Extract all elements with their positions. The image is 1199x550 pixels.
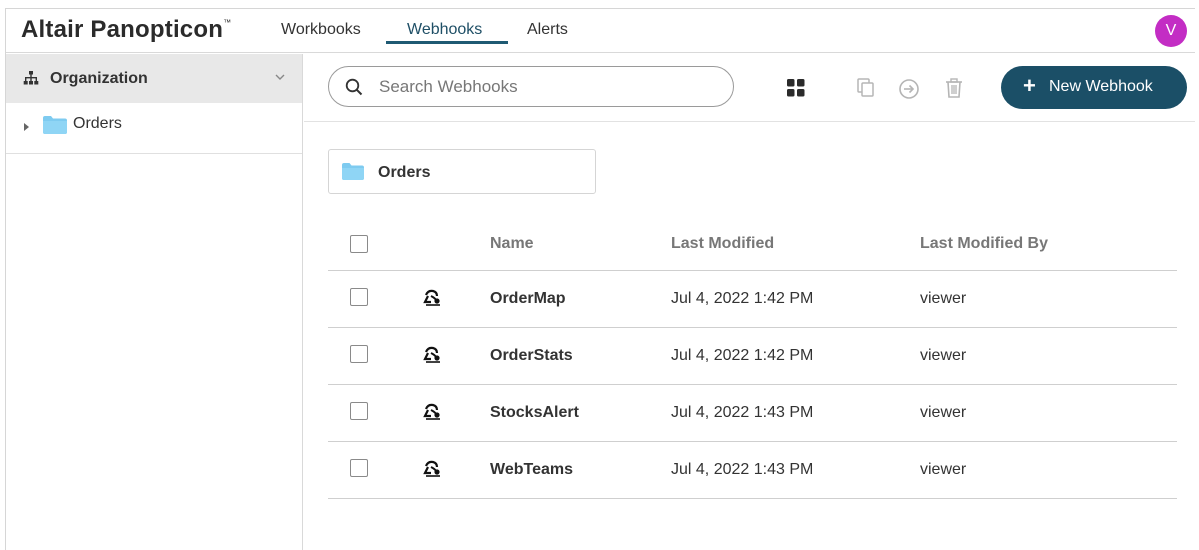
active-tab-indicator [386,41,508,44]
column-header-last-modified-by[interactable]: Last Modified By [920,235,1048,253]
hierarchy-icon [23,71,39,90]
tree-item-orders[interactable]: Orders [6,104,302,154]
table-row[interactable]: StocksAlert Jul 4, 2022 1:43 PM viewer [328,385,1177,442]
plus-icon: + [1023,73,1036,98]
row-checkbox[interactable] [350,459,368,477]
brand-name: Altair Panopticon [21,16,224,43]
last-modified: Jul 4, 2022 1:42 PM [671,290,814,307]
webhooks-table: Name Last Modified Last Modified By Orde… [328,214,1177,499]
folder-card-orders[interactable]: Orders [328,149,596,194]
row-checkbox[interactable] [350,402,368,420]
column-header-name[interactable]: Name [490,235,534,253]
chevron-down-icon[interactable] [274,70,286,88]
webhook-name[interactable]: StocksAlert [490,404,579,422]
sidebar: Organization Orders [6,54,303,550]
folder-icon [341,162,365,186]
last-modified: Jul 4, 2022 1:42 PM [671,347,814,364]
last-modified-by: viewer [920,461,967,478]
column-header-last-modified[interactable]: Last Modified [671,235,774,253]
select-all-checkbox[interactable] [350,235,368,253]
table-row[interactable]: OrderStats Jul 4, 2022 1:42 PM viewer [328,328,1177,385]
new-webhook-label: New Webhook [1049,78,1153,95]
webhook-icon [422,346,442,369]
main-content: + New Webhook Orders Name Last Modified … [304,54,1195,550]
last-modified: Jul 4, 2022 1:43 PM [671,461,814,478]
move-icon[interactable] [898,78,920,105]
webhook-name[interactable]: WebTeams [490,461,573,479]
folder-icon [42,115,68,140]
row-checkbox[interactable] [350,288,368,306]
webhook-icon [422,460,442,483]
table-row[interactable]: WebTeams Jul 4, 2022 1:43 PM viewer [328,442,1177,499]
search-box[interactable] [328,66,734,107]
last-modified-by: viewer [920,347,967,364]
trash-icon[interactable] [944,78,964,104]
last-modified: Jul 4, 2022 1:43 PM [671,404,814,421]
new-webhook-button[interactable]: + New Webhook [1001,66,1187,109]
search-icon [345,78,363,101]
tab-webhooks[interactable]: Webhooks [407,21,482,39]
last-modified-by: viewer [920,404,967,421]
trademark-mark: ™ [223,18,232,27]
toolbar: + New Webhook [304,54,1195,122]
table-row[interactable]: OrderMap Jul 4, 2022 1:42 PM viewer [328,271,1177,328]
folder-card-label: Orders [378,164,431,181]
webhook-name[interactable]: OrderMap [490,290,566,308]
search-input[interactable] [379,76,709,98]
webhook-name[interactable]: OrderStats [490,347,573,365]
tab-workbooks[interactable]: Workbooks [281,21,361,39]
copy-icon[interactable] [856,78,876,103]
grid-view-icon[interactable] [786,78,806,103]
tree-item-label: Orders [73,115,122,132]
table-header: Name Last Modified Last Modified By [328,214,1177,271]
row-checkbox[interactable] [350,345,368,363]
caret-right-icon[interactable] [23,119,31,137]
tab-alerts[interactable]: Alerts [527,21,568,39]
organization-header[interactable]: Organization [6,54,302,103]
last-modified-by: viewer [920,290,967,307]
webhook-icon [422,289,442,312]
top-navigation-bar: Altair Panopticon™ Workbooks Webhooks Al… [6,9,1195,53]
organization-label: Organization [50,70,148,87]
webhook-icon [422,403,442,426]
user-avatar[interactable]: V [1155,15,1187,47]
app-logo: Altair Panopticon™ [21,16,231,44]
